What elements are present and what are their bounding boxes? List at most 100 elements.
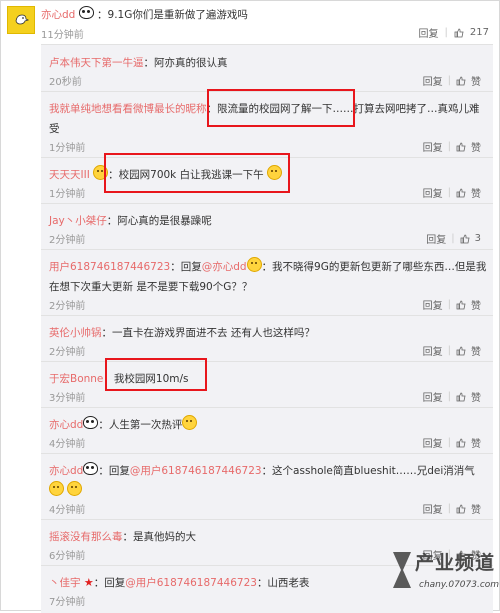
reply-user[interactable]: 摇滚没有那么毒 [49, 531, 123, 543]
like-icon[interactable] [456, 504, 466, 514]
reply-time: 1分钟前 [49, 189, 86, 200]
like-icon[interactable] [460, 234, 470, 244]
like-icon[interactable] [454, 28, 464, 38]
watermark-title: 产业频道 [415, 552, 496, 574]
divider: | [447, 141, 451, 152]
like-icon[interactable] [456, 346, 466, 356]
bird-avatar-icon [15, 14, 29, 25]
reply-button[interactable]: 回复 [423, 501, 443, 516]
like-icon[interactable] [456, 188, 466, 198]
reply-time: 4分钟前 [49, 439, 86, 450]
reply-user[interactable]: 卢本伟天下第一牛逼 [49, 57, 144, 69]
star-badge-icon: ★ [83, 576, 94, 589]
like-label[interactable]: 赞 [471, 139, 481, 154]
reply-actions: 回复 | 赞 [423, 297, 481, 312]
reply-button[interactable]: 回复 [423, 73, 443, 88]
top-comment: 亦心dd ：9.1G你们是重新做了遍游戏吗 11分钟前 回复 | 217 [1, 1, 499, 43]
reply-user[interactable]: 英伦小帅锅 [49, 327, 102, 339]
watermark-logo-icon [393, 552, 411, 588]
avatar[interactable] [7, 6, 35, 34]
reply-user[interactable]: 丶佳宇 [49, 577, 81, 589]
reply-actions: 回复 | 赞 [423, 435, 481, 450]
reply-button[interactable]: 回复 [426, 231, 446, 246]
reply-user[interactable]: 用户6187461874467​23 [49, 261, 170, 273]
reply-user[interactable]: 天天天III [49, 169, 90, 181]
like-label[interactable]: 赞 [471, 501, 481, 516]
reply-time: 7分钟前 [49, 597, 86, 608]
reply-actions: 回复 | 赞 [423, 389, 481, 404]
list-item: 亦心dd ：回复@用户618746187446723：这个asshole简直blu… [41, 453, 493, 520]
reply-time: 1分钟前 [49, 143, 86, 154]
divider: | [447, 187, 451, 198]
reply-user[interactable]: 亦心dd [49, 419, 83, 431]
top-comment-time: 11分钟前 [41, 30, 84, 41]
reply-text: ：人生第一次热评 [98, 419, 183, 431]
top-comment-actions: 回复 | 217 [419, 25, 489, 40]
reply-text: ：这个asshole简直blueshit……兄dei消消气 [261, 465, 475, 477]
divider: | [447, 437, 451, 448]
mention-link[interactable]: @用户618746187446723 [125, 577, 257, 589]
reply-actions: 回复 | 赞 [423, 73, 481, 88]
like-icon[interactable] [456, 76, 466, 86]
reply-user[interactable]: 亦心dd [49, 465, 83, 477]
reply-actions: 回复 | 赞 [423, 501, 481, 516]
reply-user[interactable]: 于宏Bonne [49, 373, 103, 385]
highlight-box [207, 89, 355, 127]
highlight-box [105, 358, 207, 391]
reply-text: ：山西老表 [256, 577, 310, 589]
top-comment-user[interactable]: 亦心dd [41, 9, 75, 21]
reply-time: 2分钟前 [49, 347, 86, 358]
mention-link[interactable]: @亦心dd [202, 261, 247, 273]
mention-link[interactable]: @用户618746187446723 [130, 465, 262, 477]
divider: | [447, 391, 451, 402]
reply-list: 卢本伟天下第一牛逼：阿亦真的很认真 20秒前 回复 | 赞 我就单纯地想看看微博最长… [41, 44, 493, 613]
divider: | [447, 503, 451, 514]
like-icon[interactable] [456, 142, 466, 152]
reply-actions: 回复 | 赞 [423, 185, 481, 200]
reply-text: ：阿亦真的很认真 [143, 57, 228, 69]
divider: | [447, 345, 451, 356]
divider: | [451, 233, 455, 244]
list-item: 英伦小帅锅：一直卡在游戏界面进不去 还有人也这样吗？ 2分钟前 回复 | 赞 [41, 315, 493, 362]
list-item: Jay丶小桀仔：阿心真的是很暴躁呢 2分钟前 回复 | 3 [41, 203, 493, 250]
like-label[interactable]: 赞 [471, 343, 481, 358]
like-label[interactable]: 赞 [471, 435, 481, 450]
list-item: 卢本伟天下第一牛逼：阿亦真的很认真 20秒前 回复 | 赞 [41, 45, 493, 92]
reply-button[interactable]: 回复 [423, 139, 443, 154]
reply-time: 6分钟前 [49, 551, 86, 562]
like-label[interactable]: 赞 [471, 185, 481, 200]
list-item: 亦心dd ：人生第一次热评 4分钟前 回复 | 赞 [41, 407, 493, 454]
reply-time: 2分钟前 [49, 301, 86, 312]
panda-badge-icon [78, 6, 94, 19]
emoji-icon [182, 415, 198, 430]
reply-button[interactable]: 回复 [423, 297, 443, 312]
reply-button[interactable]: 回复 [419, 25, 439, 40]
reply-button[interactable]: 回复 [423, 343, 443, 358]
like-icon[interactable] [456, 300, 466, 310]
comment-panel: 亦心dd ：9.1G你们是重新做了遍游戏吗 11分钟前 回复 | 217 卢本伟… [0, 0, 500, 613]
like-icon[interactable] [456, 392, 466, 402]
like-count: 217 [469, 27, 489, 38]
reply-time: 2分钟前 [49, 235, 86, 246]
reply-actions: 回复 | 赞 [423, 343, 481, 358]
divider: | [444, 27, 448, 38]
reply-button[interactable]: 回复 [423, 389, 443, 404]
reply-prefix: ：回复 [170, 261, 202, 273]
reply-button[interactable]: 回复 [423, 185, 443, 200]
list-item: 用户6187461874467​23：回复@亦心dd ：我不晓得9G的更新包更新了… [41, 249, 493, 316]
like-count: 3 [474, 233, 481, 244]
reply-user[interactable]: Jay丶小桀仔 [49, 215, 107, 227]
reply-prefix: ：回复 [98, 465, 130, 477]
like-label[interactable]: 赞 [471, 297, 481, 312]
like-label[interactable]: 赞 [471, 73, 481, 88]
like-label[interactable]: 赞 [471, 389, 481, 404]
divider: | [447, 299, 451, 310]
emoji-icon [67, 481, 83, 496]
divider: | [447, 75, 451, 86]
like-icon[interactable] [456, 438, 466, 448]
reply-user[interactable]: 我就单纯地想看看微博最长的昵称 [49, 103, 207, 115]
reply-time: 4分钟前 [49, 505, 86, 516]
reply-actions: 回复 | 赞 [423, 139, 481, 154]
reply-button[interactable]: 回复 [423, 435, 443, 450]
reply-time: 20秒前 [49, 77, 82, 88]
